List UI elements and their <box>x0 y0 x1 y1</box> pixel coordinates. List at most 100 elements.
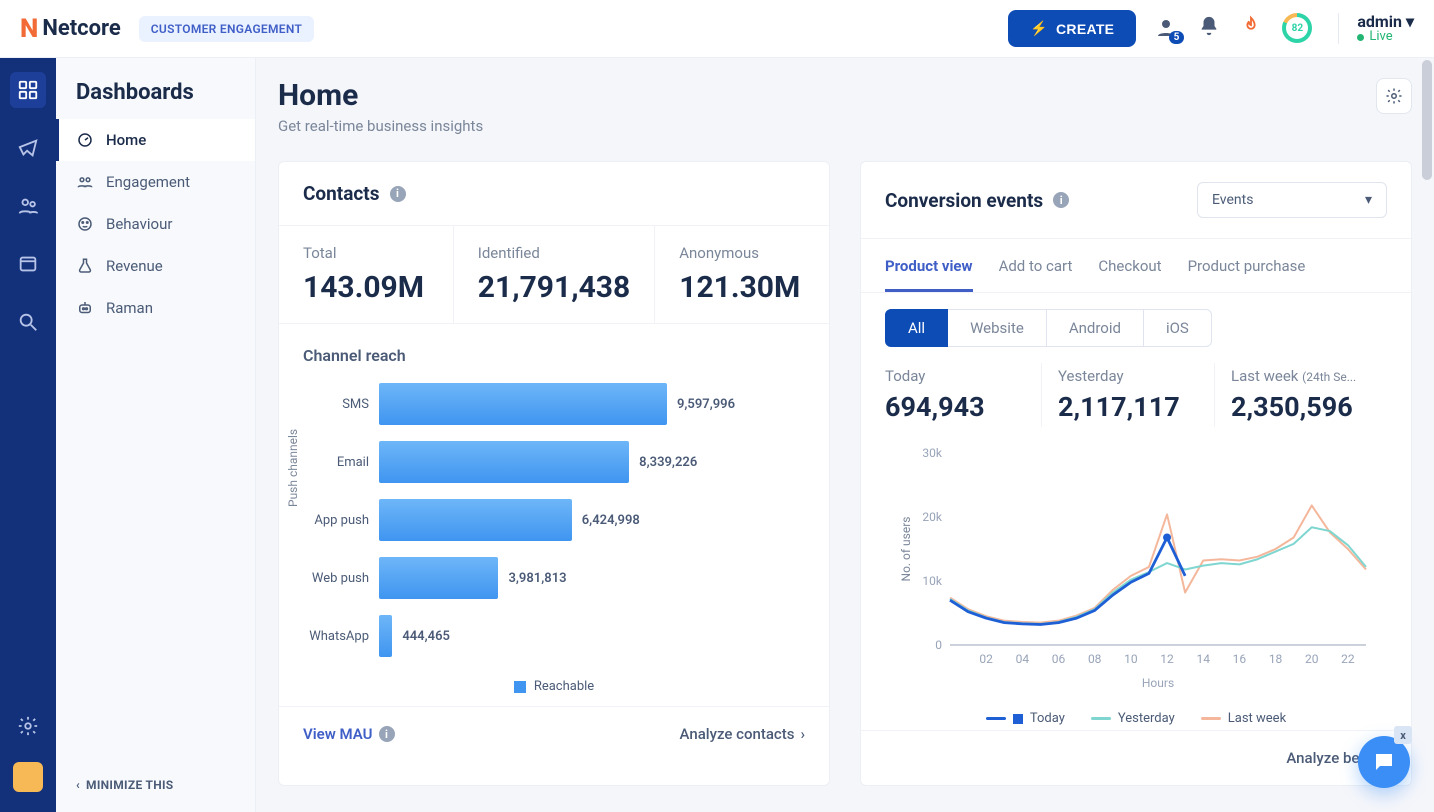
bot-icon <box>76 299 94 317</box>
svg-text:16: 16 <box>1233 652 1247 666</box>
view-mau-link[interactable]: View MAU i <box>303 725 395 743</box>
rail-settings[interactable] <box>10 708 46 744</box>
rail-dashboard[interactable] <box>10 72 46 108</box>
stat-label: Total <box>303 244 429 262</box>
create-label: CREATE <box>1056 21 1114 37</box>
stat-value: 694,943 <box>885 391 1025 423</box>
stat-yesterday: Yesterday 2,117,117 <box>1042 363 1215 427</box>
product-pill[interactable]: CUSTOMER ENGAGEMENT <box>139 16 314 42</box>
stat-value: 2,117,117 <box>1058 391 1198 423</box>
chevron-right-icon: › <box>800 725 805 743</box>
fire-icon[interactable] <box>1240 15 1262 41</box>
svg-text:12: 12 <box>1160 652 1174 666</box>
chat-fab[interactable]: x <box>1358 736 1410 788</box>
people-notif-icon[interactable]: 5 <box>1154 16 1178 40</box>
bar-row: WhatsApp444,465 <box>303 615 805 657</box>
stat-value: 121.30M <box>679 270 805 305</box>
gauge-icon <box>76 131 94 149</box>
legend-lastweek: Last week <box>1228 711 1286 726</box>
segment-android[interactable]: Android <box>1047 309 1144 347</box>
channel-reach-chart: Channel reach Push channels SMS 9,597,996… <box>279 324 829 706</box>
close-icon[interactable]: x <box>1394 726 1412 744</box>
sidebar-item-home[interactable]: Home <box>56 119 255 161</box>
page-settings-button[interactable] <box>1376 78 1412 114</box>
bar-fill <box>379 557 498 599</box>
sidebar-item-behaviour[interactable]: Behaviour <box>56 203 255 245</box>
chevron-left-icon: ‹ <box>76 778 80 792</box>
bell-icon[interactable] <box>1198 15 1220 41</box>
flask-icon <box>76 257 94 275</box>
svg-text:08: 08 <box>1088 652 1102 666</box>
bar-value: 3,981,813 <box>508 571 566 586</box>
bar-category: Web push <box>303 571 379 586</box>
stat-anonymous: Anonymous 121.30M <box>655 226 829 323</box>
sidebar-item-revenue[interactable]: Revenue <box>56 245 255 287</box>
rail-content[interactable] <box>10 246 46 282</box>
bar-category: App push <box>303 513 379 528</box>
svg-text:04: 04 <box>1016 652 1030 666</box>
segment-website[interactable]: Website <box>948 309 1047 347</box>
score-ring[interactable]: 82 <box>1282 13 1312 43</box>
rail-analytics[interactable] <box>10 304 46 340</box>
svg-text:02: 02 <box>979 652 993 666</box>
chart-title: Channel reach <box>303 346 805 365</box>
user-status: Live <box>1369 30 1392 44</box>
segment-ios[interactable]: iOS <box>1144 309 1212 347</box>
svg-text:Hours: Hours <box>1142 676 1174 690</box>
user-menu[interactable]: admin▾ Live <box>1338 13 1414 45</box>
bar-category: WhatsApp <box>303 629 379 644</box>
rail-app-icon[interactable] <box>13 762 43 792</box>
tab-checkout[interactable]: Checkout <box>1098 257 1161 292</box>
tab-product-view[interactable]: Product view <box>885 257 973 292</box>
events-dropdown[interactable]: Events ▾ <box>1197 182 1387 218</box>
rail-campaigns[interactable] <box>10 130 46 166</box>
sidebar-item-label: Behaviour <box>106 215 172 233</box>
bar-value: 9,597,996 <box>677 397 735 412</box>
stat-identified: Identified 21,791,438 <box>454 226 655 323</box>
bar-row: App push6,424,998 <box>303 499 805 541</box>
stat-today: Today 694,943 <box>885 363 1042 427</box>
bar-category: SMS <box>303 397 379 412</box>
sidebar-item-label: Engagement <box>106 173 190 191</box>
svg-text:22: 22 <box>1341 652 1355 666</box>
brand-name: Netcore <box>42 16 120 41</box>
logo-mark-icon: N <box>20 14 38 44</box>
legend-today: Today <box>1030 711 1065 726</box>
sidebar-item-raman[interactable]: Raman <box>56 287 255 329</box>
stat-label: Anonymous <box>679 244 805 262</box>
y-axis-label: Push channels <box>286 429 300 507</box>
contacts-card: Contacts i Total 143.09M Identified 21,7… <box>278 161 830 786</box>
svg-text:18: 18 <box>1269 652 1283 666</box>
bolt-icon: ⚡ <box>1030 20 1048 37</box>
chat-icon <box>1372 750 1396 774</box>
notif-count-badge: 5 <box>1169 31 1185 44</box>
page-subtitle: Get real-time business insights <box>278 117 483 135</box>
bar-row: SMS 9,597,996 <box>303 383 805 425</box>
segment-all[interactable]: All <box>885 309 948 347</box>
svg-text:14: 14 <box>1196 652 1210 666</box>
bar-fill <box>379 441 629 483</box>
svg-text:30k: 30k <box>922 446 942 460</box>
rail-audience[interactable] <box>10 188 46 224</box>
tab-add-to-cart[interactable]: Add to cart <box>999 257 1073 292</box>
stat-value: 143.09M <box>303 270 429 305</box>
brand-logo[interactable]: N Netcore <box>20 14 121 44</box>
analyze-contacts-link[interactable]: Analyze contacts › <box>680 725 805 743</box>
scrollbar[interactable] <box>1422 60 1432 180</box>
stat-value: 21,791,438 <box>478 270 630 305</box>
nav-rail <box>0 58 56 812</box>
stat-label: Yesterday <box>1058 367 1198 385</box>
stat-label: Last week <box>1231 367 1298 385</box>
info-icon[interactable]: i <box>1053 192 1069 208</box>
svg-text:0: 0 <box>935 638 942 652</box>
info-icon[interactable]: i <box>390 186 406 202</box>
svg-text:No. of users: No. of users <box>899 517 913 582</box>
legend-swatch-icon <box>514 681 526 693</box>
sidebar-item-label: Home <box>106 131 146 149</box>
create-button[interactable]: ⚡ CREATE <box>1008 10 1136 47</box>
minimize-panel-button[interactable]: ‹ MINIMIZE THIS <box>56 758 255 812</box>
stat-value: 2,350,596 <box>1231 391 1371 423</box>
sidebar-item-engagement[interactable]: Engagement <box>56 161 255 203</box>
legend-swatch-icon <box>986 717 1006 720</box>
tab-product-purchase[interactable]: Product purchase <box>1188 257 1306 292</box>
